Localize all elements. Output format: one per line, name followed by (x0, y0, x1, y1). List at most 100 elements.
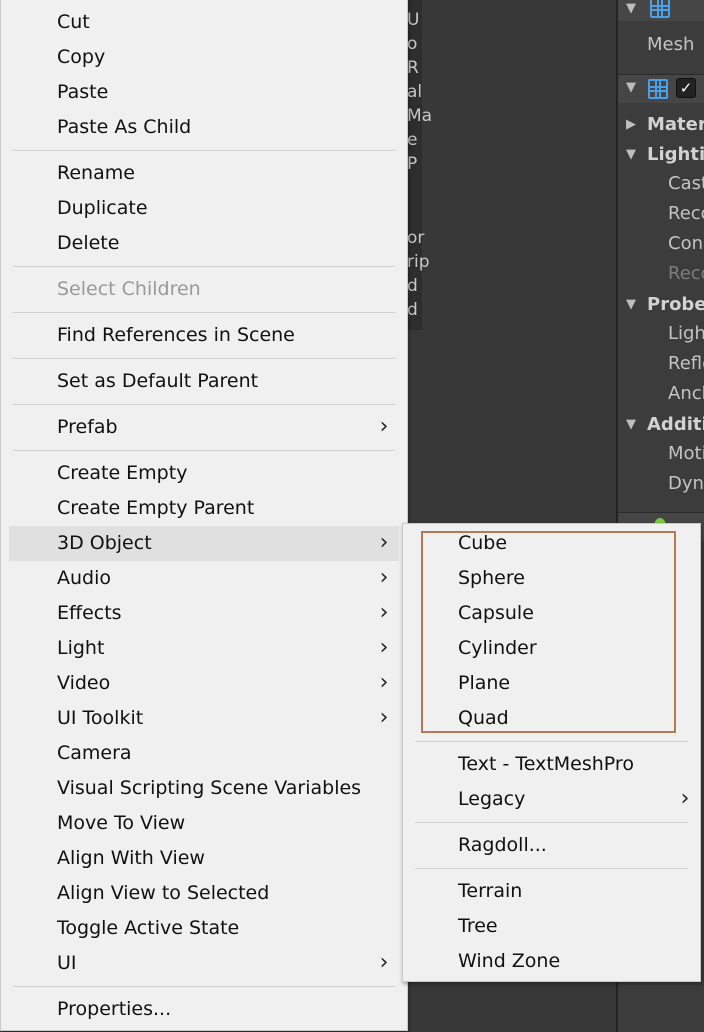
menu-item-ui-toolkit[interactable]: UI Toolkit › (9, 701, 399, 736)
inspector-row-label[interactable]: Probes (647, 294, 704, 316)
menu-item-duplicate[interactable]: Duplicate (9, 191, 399, 226)
component-enabled-checkbox[interactable]: ✓ (676, 78, 696, 98)
menu-item-properties[interactable]: Properties... (9, 992, 399, 1027)
menu-item-label: Copy (57, 46, 106, 68)
menu-item-visual-scripting-scene-variables[interactable]: Visual Scripting Scene Variables (9, 771, 399, 806)
expanded-triangle-icon[interactable]: ▼ (626, 414, 636, 436)
menu-item-rename[interactable]: Rename (9, 156, 399, 191)
inspector-row-label: Anch (668, 383, 704, 404)
inspector-row-label: Moti (668, 443, 704, 464)
menu-item-label: Align With View (57, 847, 205, 869)
menu-item-label: Cube (458, 532, 508, 554)
chevron-right-icon: › (379, 600, 389, 625)
mesh-filter-icon (650, 0, 670, 18)
menu-item-align-view-to-selected[interactable]: Align View to Selected (9, 876, 399, 911)
3d-object-submenu: Cube Sphere Capsule Cylinder Plane Quad Text -… (402, 523, 701, 982)
menu-item-label: Tree (458, 915, 498, 937)
inspector-row-label: Dyn (668, 473, 704, 494)
submenu-item-quad[interactable]: Quad (407, 701, 694, 736)
submenu-item-legacy[interactable]: Legacy › (407, 782, 694, 817)
submenu-item-cylinder[interactable]: Cylinder (407, 631, 694, 666)
chevron-right-icon: › (379, 635, 389, 660)
inspector-row-label: Reco (668, 203, 704, 224)
menu-item-label: Rename (57, 162, 135, 184)
menu-item-effects[interactable]: Effects › (9, 596, 399, 631)
menu-separator (13, 450, 395, 451)
menu-item-audio[interactable]: Audio › (9, 561, 399, 596)
inspector-row-label: Refle (668, 353, 704, 374)
menu-item-camera[interactable]: Camera (9, 736, 399, 771)
menu-item-toggle-active-state[interactable]: Toggle Active State (9, 911, 399, 946)
submenu-item-ragdoll[interactable]: Ragdoll... (407, 828, 694, 863)
hierarchy-fragment: d (407, 300, 418, 320)
submenu-item-plane[interactable]: Plane (407, 666, 694, 701)
menu-item-align-with-view[interactable]: Align With View (9, 841, 399, 876)
expanded-triangle-icon[interactable]: ▼ (626, 144, 636, 166)
menu-item-light[interactable]: Light › (9, 631, 399, 666)
menu-item-label: Quad (458, 707, 509, 729)
chevron-right-icon: › (379, 705, 389, 730)
menu-item-3d-object[interactable]: 3D Object › (9, 526, 399, 561)
inspector-row-label[interactable]: Materi (647, 114, 704, 136)
menu-item-set-as-default-parent[interactable]: Set as Default Parent (9, 364, 399, 399)
menu-item-label: Select Children (57, 278, 201, 300)
hierarchy-fragment: or (407, 228, 425, 248)
menu-item-paste[interactable]: Paste (9, 75, 399, 110)
menu-item-move-to-view[interactable]: Move To View (9, 806, 399, 841)
menu-separator (415, 868, 688, 869)
menu-item-create-empty-parent[interactable]: Create Empty Parent (9, 491, 399, 526)
submenu-item-cube[interactable]: Cube (407, 526, 694, 561)
inspector-row-label[interactable]: Lightir (647, 144, 704, 166)
inspector-row-label: Con (668, 233, 703, 254)
hierarchy-fragment: Ma (407, 106, 433, 126)
expand-triangle-icon[interactable]: ▼ (626, 77, 636, 99)
submenu-item-text-textmeshpro[interactable]: Text - TextMeshPro (407, 747, 694, 782)
menu-item-label: Ragdoll... (458, 834, 547, 856)
chevron-right-icon: › (379, 950, 389, 975)
menu-item-prefab[interactable]: Prefab › (9, 410, 399, 445)
menu-item-cut[interactable]: Cut (9, 5, 399, 40)
menu-item-label: Create Empty Parent (57, 497, 255, 519)
hierarchy-fragment: e (407, 130, 418, 150)
menu-item-label: Capsule (458, 602, 534, 624)
menu-item-copy[interactable]: Copy (9, 40, 399, 75)
hierarchy-fragment: U (407, 10, 420, 30)
menu-separator (13, 150, 395, 151)
menu-item-label: Paste As Child (57, 116, 192, 138)
context-menu: Cut Copy Paste Paste As Child Rename Duplicat… (0, 0, 408, 1031)
submenu-item-sphere[interactable]: Sphere (407, 561, 694, 596)
menu-separator (415, 822, 688, 823)
chevron-right-icon: › (680, 786, 690, 811)
menu-item-label: Cylinder (458, 637, 537, 659)
expanded-triangle-icon[interactable]: ▼ (626, 294, 636, 316)
menu-item-label: Align View to Selected (57, 882, 270, 904)
menu-item-label: Cut (57, 11, 90, 33)
submenu-item-wind-zone[interactable]: Wind Zone (407, 944, 694, 979)
menu-separator (13, 404, 395, 405)
menu-item-paste-as-child[interactable]: Paste As Child (9, 110, 399, 145)
menu-item-label: Move To View (57, 812, 186, 834)
menu-item-video[interactable]: Video › (9, 666, 399, 701)
inspector-row-label[interactable]: Additi (647, 414, 704, 436)
hierarchy-fragment: R (407, 58, 419, 78)
mesh-renderer-icon (648, 79, 668, 99)
submenu-item-terrain[interactable]: Terrain (407, 874, 694, 909)
mesh-field-label: Mesh (647, 34, 695, 55)
collapsed-triangle-icon[interactable]: ▶ (626, 114, 636, 136)
chevron-right-icon: › (379, 530, 389, 555)
menu-item-label: Light (57, 637, 105, 659)
hierarchy-fragment: P (407, 154, 418, 174)
menu-item-label: Properties... (57, 998, 172, 1020)
menu-item-create-empty[interactable]: Create Empty (9, 456, 399, 491)
menu-item-label: Set as Default Parent (57, 370, 259, 392)
inspector-row-label: Reco (668, 263, 704, 284)
hierarchy-fragment: d (407, 276, 418, 296)
collapse-triangle-icon[interactable]: ▼ (626, 0, 636, 20)
submenu-item-tree[interactable]: Tree (407, 909, 694, 944)
menu-item-ui[interactable]: UI › (9, 946, 399, 981)
chevron-right-icon: › (379, 414, 389, 439)
menu-item-find-references-in-scene[interactable]: Find References in Scene (9, 318, 399, 353)
submenu-item-capsule[interactable]: Capsule (407, 596, 694, 631)
chevron-right-icon: › (379, 670, 389, 695)
menu-item-delete[interactable]: Delete (9, 226, 399, 261)
